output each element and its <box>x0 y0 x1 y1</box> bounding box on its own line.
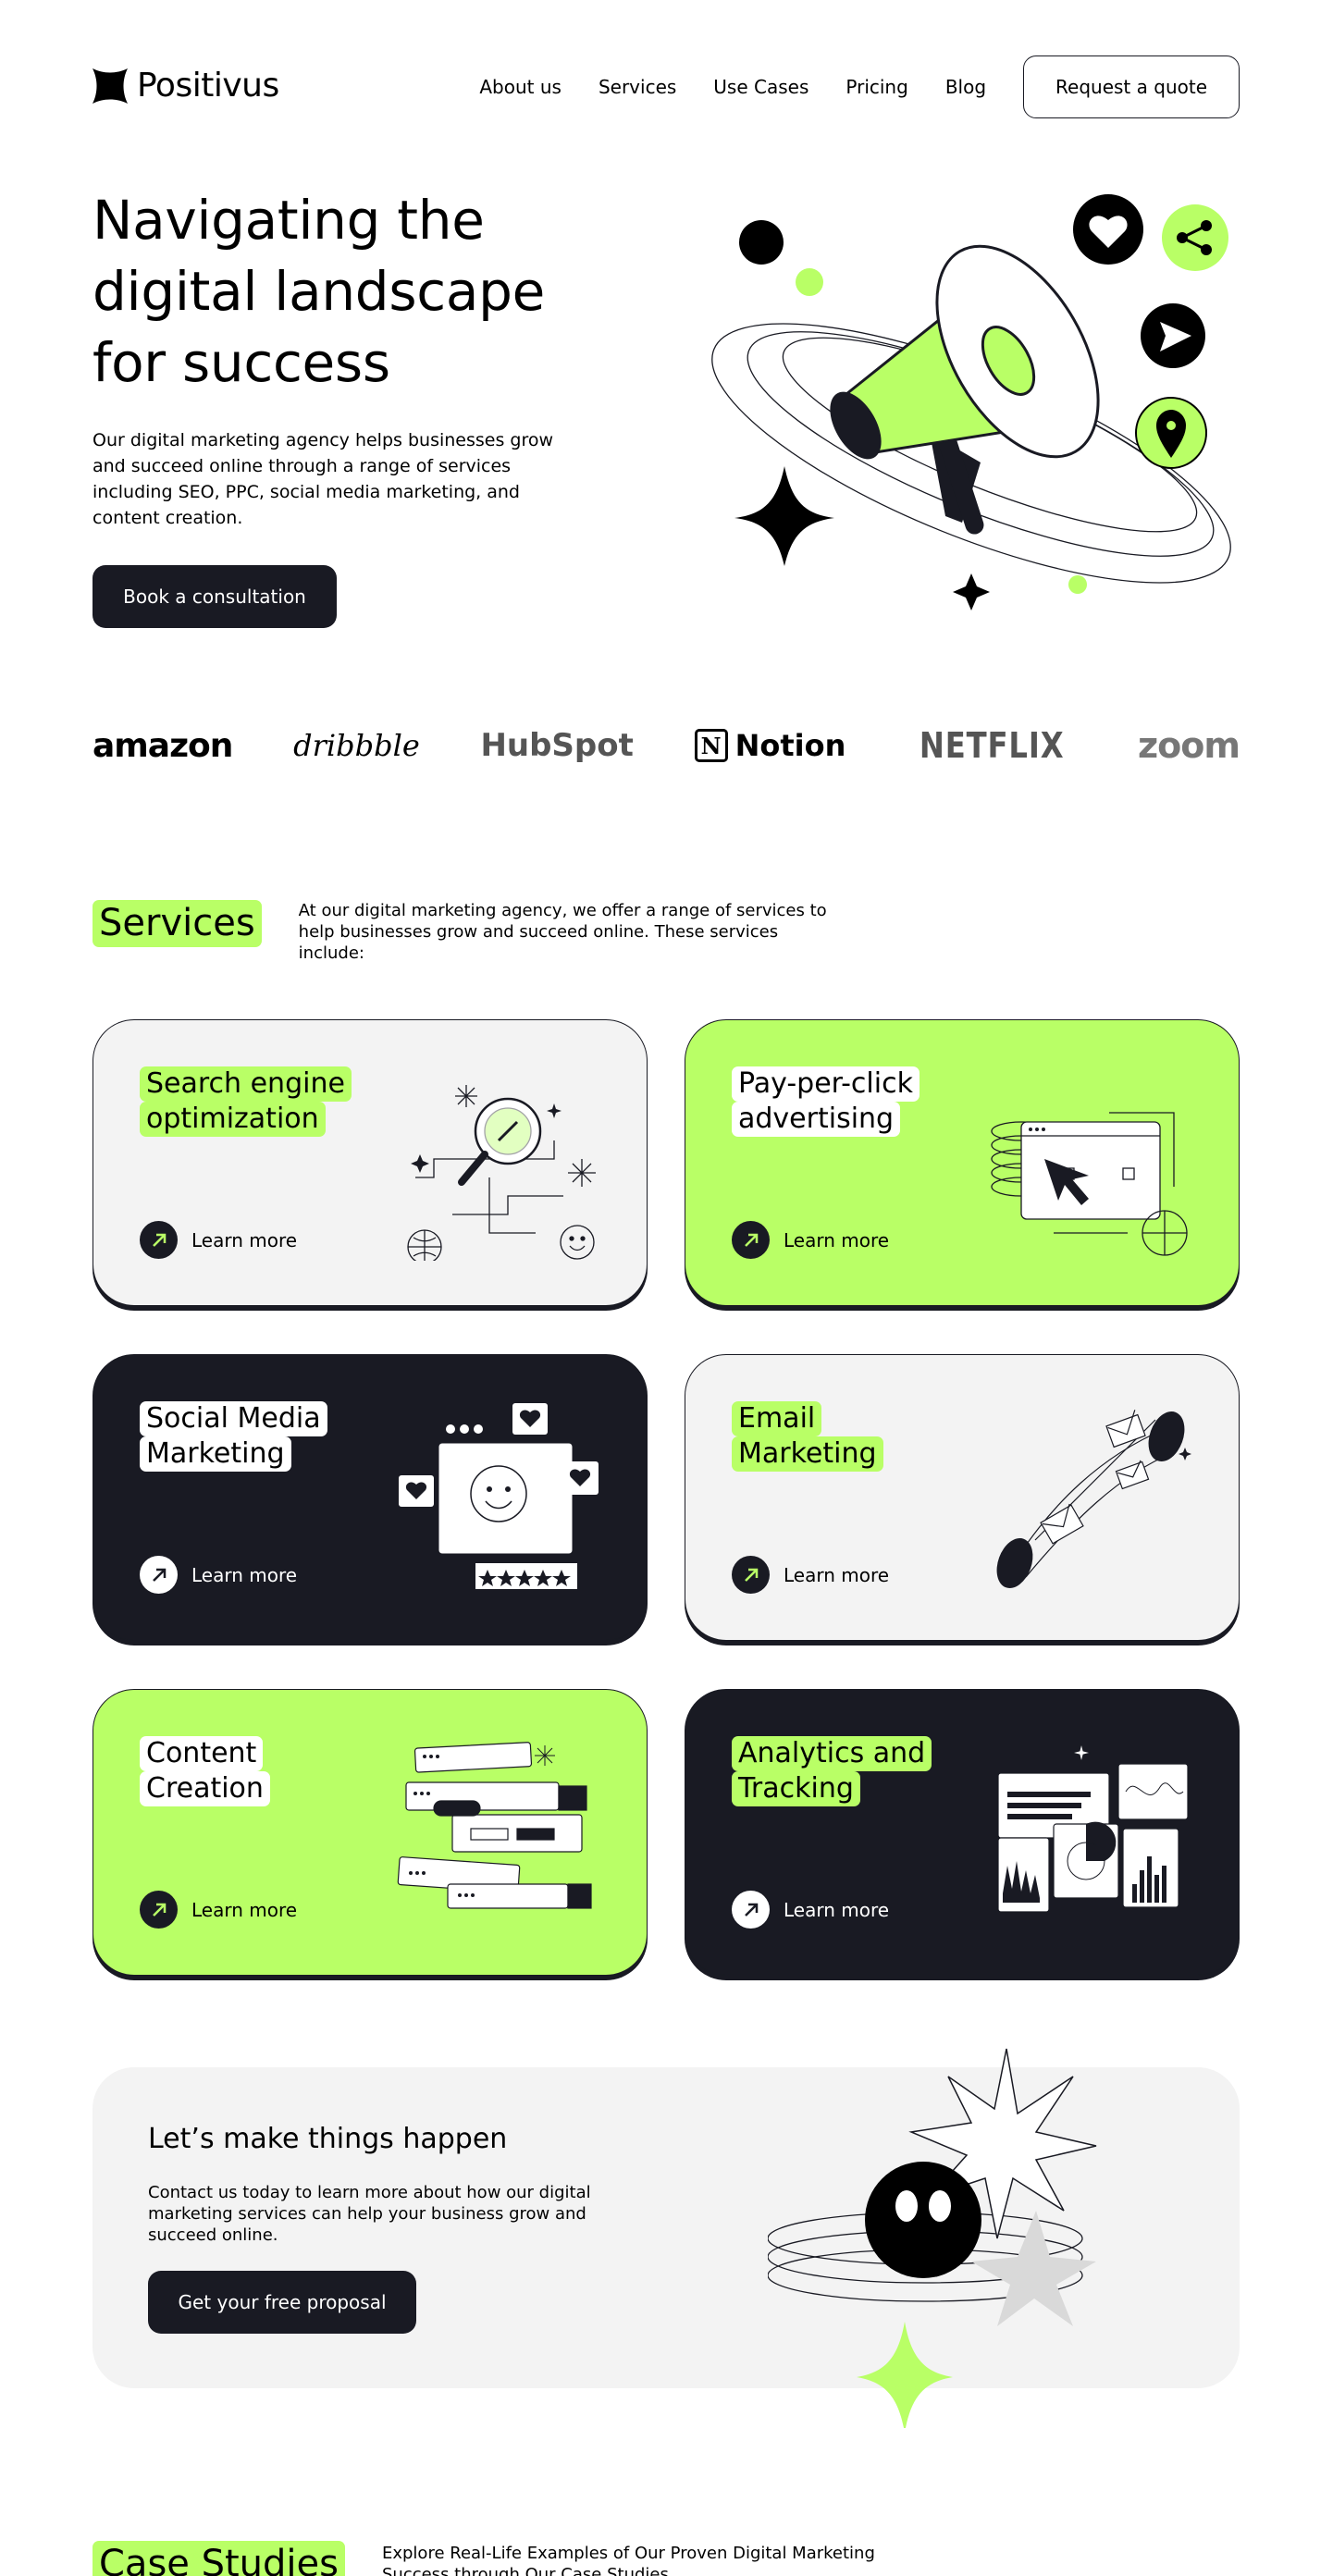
service-card-seo[interactable]: Search engine optimization Learn more <box>93 1019 648 1306</box>
logo-dribbble: dribbble <box>293 728 420 763</box>
client-logos: amazon dribbble HubSpot N Notion NETFLIX… <box>93 721 1240 770</box>
logo-notion-text: Notion <box>734 728 846 763</box>
case-studies-heading: Case Studies Explore Real-Life Examples … <box>93 2541 882 2576</box>
book-consultation-button[interactable]: Book a consultation <box>93 565 337 628</box>
site-header: Positivus About us Services Use Cases Pr… <box>93 55 1240 118</box>
card-title: Social Media Marketing <box>140 1401 327 1472</box>
nav-use-cases[interactable]: Use Cases <box>713 76 808 98</box>
case-studies-description: Explore Real-Life Examples of Our Proven… <box>381 2544 875 2576</box>
notion-icon: N <box>694 729 728 762</box>
arrow-icon <box>732 1556 770 1594</box>
service-card-ppc[interactable]: Pay-per-click advertising Learn more <box>685 1019 1240 1306</box>
logo-netflix: NETFLIX <box>919 725 1065 766</box>
learn-more-link[interactable]: Learn more <box>140 1556 297 1594</box>
email-envelope-icon <box>996 1410 1191 1589</box>
logo-zoom: zoom <box>1138 725 1240 766</box>
service-card-analytics[interactable]: Analytics and Tracking Learn more <box>685 1689 1240 1976</box>
case-studies-tag: Case Studies <box>93 2541 345 2576</box>
arrow-icon <box>140 1891 178 1929</box>
card-title: Email Marketing <box>732 1401 883 1472</box>
services-heading: Services At our digital marketing agency… <box>93 900 835 964</box>
nav-services[interactable]: Services <box>599 76 676 98</box>
logo[interactable]: Positivus <box>93 67 279 105</box>
service-card-content[interactable]: Content Creation Learn more <box>93 1689 648 1976</box>
learn-more-link[interactable]: Learn more <box>732 1556 889 1594</box>
arrow-icon <box>140 1221 178 1259</box>
logo-star-icon <box>93 68 128 104</box>
main-nav: About us Services Use Cases Pricing Blog… <box>479 55 1240 118</box>
ppc-cursor-icon <box>991 1112 1188 1256</box>
analytics-charts-icon <box>997 1743 1189 1913</box>
share-icon <box>1162 204 1228 271</box>
seo-magnifier-icon <box>407 1085 596 1261</box>
cta-title: Let’s make things happen <box>148 2123 508 2155</box>
free-proposal-button[interactable]: Get your free proposal <box>148 2271 416 2334</box>
learn-more-link[interactable]: Learn more <box>732 1221 889 1259</box>
hero-description: Our digital marketing agency helps busin… <box>93 430 554 528</box>
services-description: At our digital marketing agency, we offe… <box>298 901 827 963</box>
card-title: Analytics and Tracking <box>732 1736 932 1806</box>
learn-more-link[interactable]: Learn more <box>140 1221 297 1259</box>
service-card-social-media[interactable]: Social Media Marketing Learn more <box>93 1354 648 1641</box>
arrow-icon <box>140 1556 178 1594</box>
logo-amazon: amazon <box>93 726 233 765</box>
content-windows-icon <box>397 1742 592 1909</box>
megaphone-illustration <box>711 194 1231 610</box>
social-smiley-icon <box>399 1403 599 1589</box>
cta-description: Contact us today to learn more about how… <box>148 2183 591 2245</box>
service-card-email[interactable]: Email Marketing Learn more <box>685 1354 1240 1641</box>
learn-more-link[interactable]: Learn more <box>732 1891 889 1929</box>
nav-pricing[interactable]: Pricing <box>845 76 907 98</box>
heart-icon <box>1073 194 1143 265</box>
services-tag: Services <box>93 900 262 947</box>
location-pin-icon <box>1135 397 1207 469</box>
card-title: Content Creation <box>140 1736 270 1806</box>
nav-about-us[interactable]: About us <box>479 76 562 98</box>
logo-text: Positivus <box>137 67 279 105</box>
request-quote-button[interactable]: Request a quote <box>1023 55 1240 118</box>
cta-smiley-illustration <box>768 2048 1097 2428</box>
logo-notion: N Notion <box>694 728 846 763</box>
nav-blog[interactable]: Blog <box>945 76 986 98</box>
learn-more-link[interactable]: Learn more <box>140 1891 297 1929</box>
hero-title: Navigating the digital landscape for suc… <box>93 189 545 394</box>
card-title: Pay-per-click advertising <box>732 1066 920 1137</box>
logo-hubspot: HubSpot <box>480 727 634 764</box>
arrow-icon <box>732 1221 770 1259</box>
play-icon <box>1141 303 1205 368</box>
arrow-icon <box>732 1891 770 1929</box>
card-title: Search engine optimization <box>140 1066 352 1137</box>
